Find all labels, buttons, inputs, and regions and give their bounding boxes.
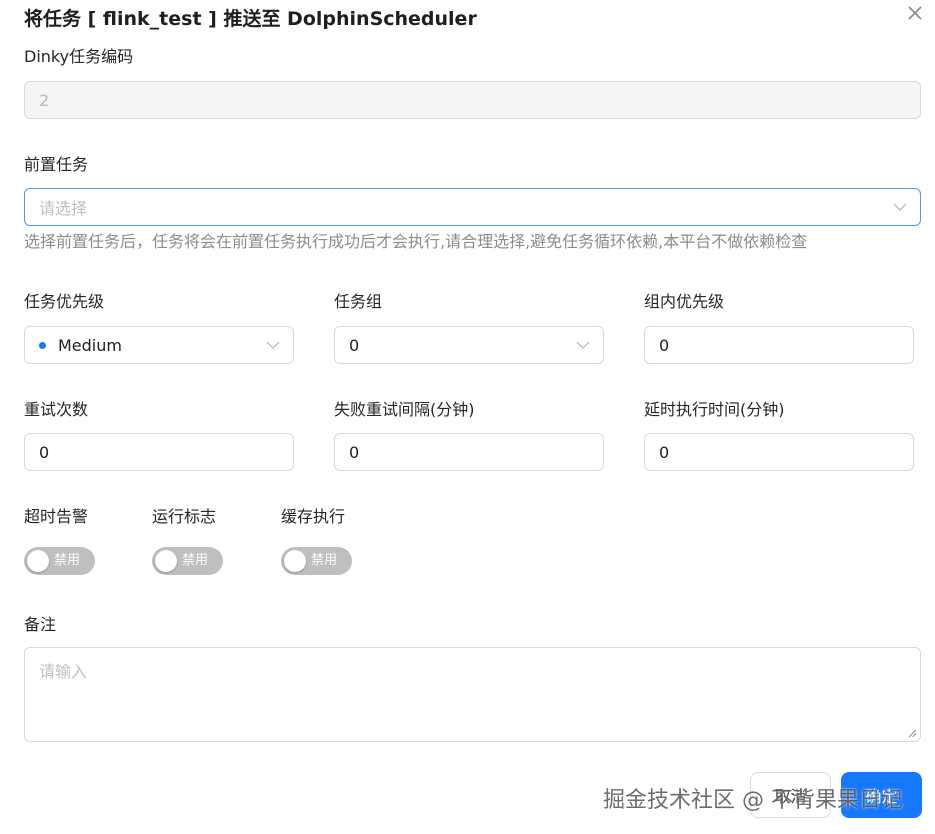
group-priority-value: 0	[659, 335, 670, 355]
priority-value: Medium	[58, 335, 122, 355]
remark-textarea[interactable]: 请输入	[24, 647, 921, 742]
timeout-alarm-switch[interactable]: 禁用	[24, 547, 95, 575]
remark-label: 备注	[24, 615, 57, 634]
run-flag-state: 禁用	[182, 553, 209, 568]
task-id-value: 2	[39, 90, 50, 110]
pre-task-hint: 选择前置任务后，任务将会在前置任务执行成功后才会执行,请合理选择,避免任务循环依…	[24, 232, 808, 251]
resize-handle-icon[interactable]	[908, 729, 917, 738]
pre-task-label: 前置任务	[24, 155, 89, 174]
switch-knob	[284, 550, 306, 572]
retry-interval-input[interactable]: 0	[334, 433, 604, 471]
close-icon[interactable]	[904, 2, 926, 24]
dialog-title: 将任务 [ flink_test ] 推送至 DolphinScheduler	[24, 8, 477, 30]
timeout-alarm-label: 超时告警	[24, 507, 89, 526]
timeout-alarm-state: 禁用	[54, 553, 81, 568]
task-group-value: 0	[349, 335, 360, 355]
delay-time-input[interactable]: 0	[644, 433, 914, 471]
retry-times-input[interactable]: 0	[24, 433, 294, 471]
task-group-select[interactable]: 0	[334, 326, 604, 364]
cache-exec-switch[interactable]: 禁用	[281, 547, 352, 575]
delay-time-value: 0	[659, 442, 670, 462]
task-id-label: Dinky任务编码	[24, 47, 134, 66]
run-flag-switch[interactable]: 禁用	[152, 547, 223, 575]
priority-label: 任务优先级	[24, 292, 105, 311]
group-priority-input[interactable]: 0	[644, 326, 914, 364]
switch-knob	[27, 550, 49, 572]
priority-dot-icon	[39, 341, 46, 349]
pre-task-select[interactable]: 请选择	[24, 188, 921, 226]
retry-interval-label: 失败重试间隔(分钟)	[334, 400, 475, 419]
chevron-down-icon	[893, 203, 907, 211]
remark-placeholder: 请输入	[39, 662, 88, 681]
task-id-field: 2	[24, 81, 921, 119]
delay-time-label: 延时执行时间(分钟)	[644, 400, 785, 419]
run-flag-label: 运行标志	[152, 507, 217, 526]
chevron-down-icon	[266, 341, 280, 349]
group-priority-label: 组内优先级	[644, 292, 725, 311]
cache-exec-label: 缓存执行	[281, 507, 346, 526]
pre-task-placeholder: 请选择	[39, 199, 88, 218]
priority-select[interactable]: Medium	[24, 326, 294, 364]
task-group-label: 任务组	[334, 292, 383, 311]
retry-times-value: 0	[39, 442, 50, 462]
retry-interval-value: 0	[349, 442, 360, 462]
cache-exec-state: 禁用	[311, 553, 338, 568]
switch-knob	[155, 550, 177, 572]
chevron-down-icon	[576, 341, 590, 349]
retry-times-label: 重试次数	[24, 400, 89, 419]
watermark: 掘金技术社区 @ 不背果果日记	[603, 788, 903, 813]
